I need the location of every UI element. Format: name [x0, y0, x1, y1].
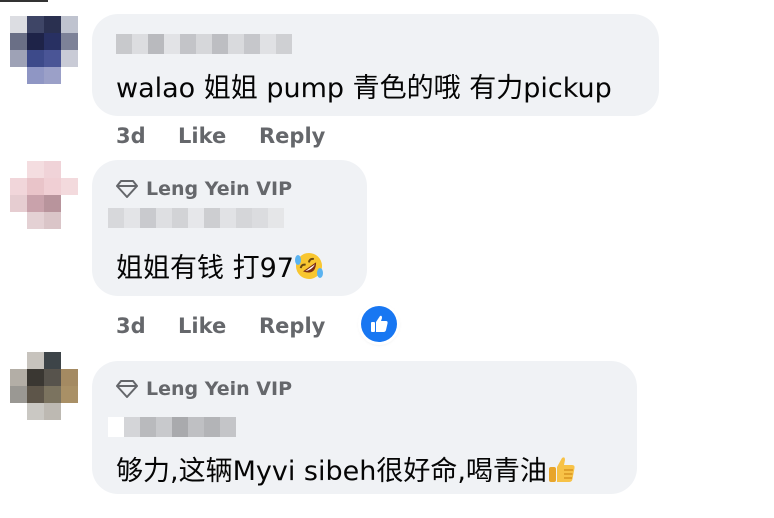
comment-bubble: walao 姐姐 pump 青色的哦 有力pickup [92, 14, 659, 116]
comment-time[interactable]: 3d [116, 124, 178, 148]
top-fan-badge[interactable]: Leng Yein VIP [116, 178, 292, 200]
comment-text: walao 姐姐 pump 青色的哦 有力pickup [116, 73, 612, 104]
like-button[interactable]: Like [178, 124, 259, 148]
comment-time[interactable]: 3d [116, 314, 178, 338]
rolling-laughing-emoji-icon [294, 253, 323, 279]
badge-label: Leng Yein VIP [146, 378, 292, 400]
like-reaction-icon[interactable] [361, 306, 397, 342]
avatar[interactable] [10, 16, 78, 84]
comment-actions: 3d Like Reply [116, 124, 325, 148]
comment-text: 姐姐有钱 打97 [116, 246, 324, 285]
reply-button[interactable]: Reply [259, 314, 325, 338]
comment-actions: 3d Like Reply [116, 314, 325, 338]
comment-bubble: Leng Yein VIP 姐姐有钱 打97 [92, 160, 367, 296]
previous-divider [0, 0, 48, 2]
diamond-icon [116, 380, 138, 398]
comment-bubble: Leng Yein VIP 够力,这辆Myvi sibeh很好命,喝青油 [92, 361, 637, 494]
author-name-redacted[interactable] [108, 208, 284, 228]
reply-button[interactable]: Reply [259, 124, 325, 148]
author-name-redacted[interactable] [108, 417, 236, 437]
top-fan-badge[interactable]: Leng Yein VIP [116, 378, 292, 400]
author-name-redacted[interactable] [116, 34, 292, 54]
comment-text: 够力,这辆Myvi sibeh很好命,喝青油 [116, 449, 577, 488]
thumbs-up-emoji-icon [548, 457, 575, 482]
diamond-icon [116, 180, 138, 198]
avatar[interactable] [10, 161, 78, 229]
thumbs-up-icon [371, 315, 388, 332]
like-button[interactable]: Like [178, 314, 259, 338]
avatar[interactable] [10, 352, 78, 420]
badge-label: Leng Yein VIP [146, 178, 292, 200]
